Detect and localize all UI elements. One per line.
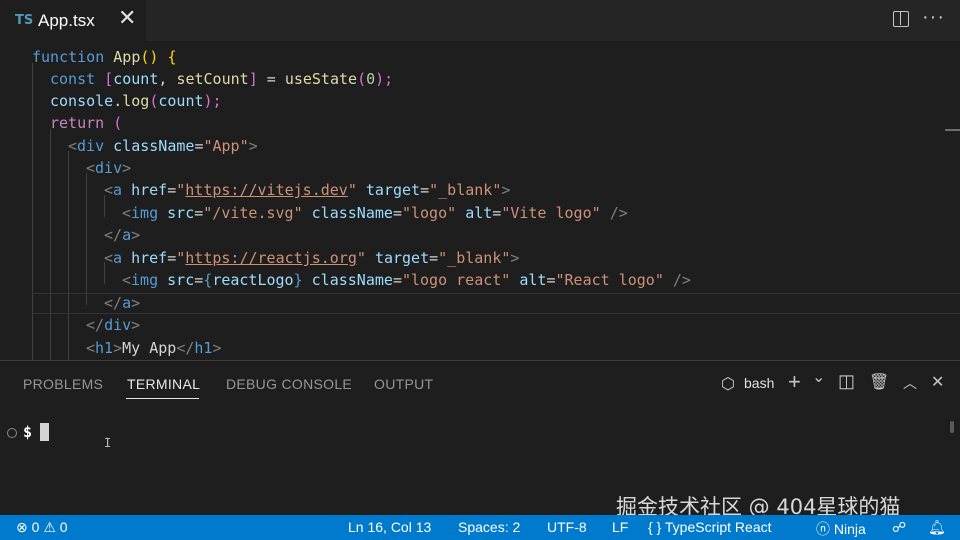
problems-status[interactable]: ⊗ 0 ⚠ 0	[16, 519, 68, 536]
ninja-status[interactable]: ⓝ Ninja	[816, 519, 866, 539]
code-line-3: console.log(count);	[50, 92, 222, 110]
code-line-11: <img src={reactLogo} className="logo rea…	[122, 271, 691, 289]
indent-guide	[68, 151, 69, 360]
code-line-2: const [count, setCount] = useState(0);	[50, 70, 394, 88]
code-line-1: function App() {	[32, 48, 177, 66]
add-terminal-icon[interactable]: +	[788, 369, 801, 395]
code-line-13: </div>	[86, 316, 141, 334]
indent-guide	[32, 63, 33, 360]
tab-debug-console[interactable]: DEBUG CONSOLE	[226, 376, 352, 392]
braces-icon: { }	[648, 519, 662, 535]
code-link[interactable]: https://reactjs.org	[185, 249, 357, 267]
status-bar: ⊗ 0 ⚠ 0 Ln 16, Col 13 Spaces: 2 UTF-8 LF…	[0, 515, 960, 540]
terminal-scrollbar[interactable]	[950, 421, 954, 433]
current-line-highlight	[32, 293, 960, 314]
scrollbar-marker	[945, 129, 960, 131]
terminal-prompt: $	[23, 423, 33, 441]
code-line-5: <div className="App">	[68, 137, 258, 155]
terminal-shell-icon: ⬡	[721, 376, 735, 393]
language-status[interactable]: { } TypeScript React	[648, 519, 772, 535]
close-icon[interactable]: ✕	[118, 7, 136, 29]
tab-app-tsx[interactable]: TS App.tsx ✕	[0, 0, 146, 41]
tab-output[interactable]: OUTPUT	[374, 376, 433, 392]
code-line-6: <div>	[86, 159, 132, 177]
mouse-ibeam-icon: I	[104, 436, 112, 450]
encoding-status[interactable]: UTF-8	[547, 519, 587, 535]
error-icon: ⊗	[16, 519, 28, 535]
warning-icon: ⚠	[43, 519, 56, 535]
terminal-cursor	[40, 423, 49, 441]
editor-tab-bar: TS App.tsx ✕ ···	[0, 0, 960, 41]
code-line-10: <a href="https://reactjs.org" target="_b…	[104, 249, 520, 267]
chevron-down-icon[interactable]: ⌄	[812, 367, 825, 387]
tab-title: App.tsx	[38, 11, 95, 30]
split-terminal-icon[interactable]: ◫	[838, 371, 855, 392]
trash-icon[interactable]: 🗑	[869, 372, 889, 392]
indent-guide	[86, 173, 87, 305]
command-decoration-icon	[7, 428, 17, 438]
code-line-4: return (	[50, 114, 123, 132]
close-panel-icon[interactable]: ✕	[931, 372, 944, 392]
code-link[interactable]: https://vitejs.dev	[185, 181, 348, 199]
code-line-9: </a>	[104, 226, 141, 244]
bell-icon[interactable]: 🔔︎	[928, 519, 946, 536]
indentation-status[interactable]: Spaces: 2	[458, 519, 520, 535]
code-line-8: <img src="/vite.svg" className="logo" al…	[122, 204, 628, 222]
feedback-icon[interactable]: ☍	[892, 519, 906, 536]
typescript-icon: TS	[15, 13, 34, 28]
code-line-7: <a href="https://vitejs.dev" target="_bl…	[104, 181, 511, 199]
tab-terminal[interactable]: TERMINAL	[127, 376, 200, 392]
extension-icon: ⓝ	[816, 521, 830, 537]
cursor-position[interactable]: Ln 16, Col 13	[348, 519, 431, 535]
code-line-14: <h1>My App</h1>	[86, 339, 222, 357]
bottom-panel: PROBLEMS TERMINAL DEBUG CONSOLE OUTPUT ⬡…	[0, 360, 960, 519]
active-tab-indicator	[126, 398, 199, 399]
terminal-name[interactable]: bash	[744, 375, 774, 391]
code-editor[interactable]: function App() { const [count, setCount]…	[0, 41, 960, 360]
code-line-12: </a>	[104, 294, 141, 312]
more-actions-icon[interactable]: ···	[922, 6, 945, 29]
indent-guide	[50, 129, 51, 360]
eol-status[interactable]: LF	[612, 519, 628, 535]
maximize-panel-icon[interactable]: ︿	[903, 373, 917, 393]
split-editor-icon[interactable]	[893, 11, 909, 27]
tab-problems[interactable]: PROBLEMS	[23, 376, 103, 392]
